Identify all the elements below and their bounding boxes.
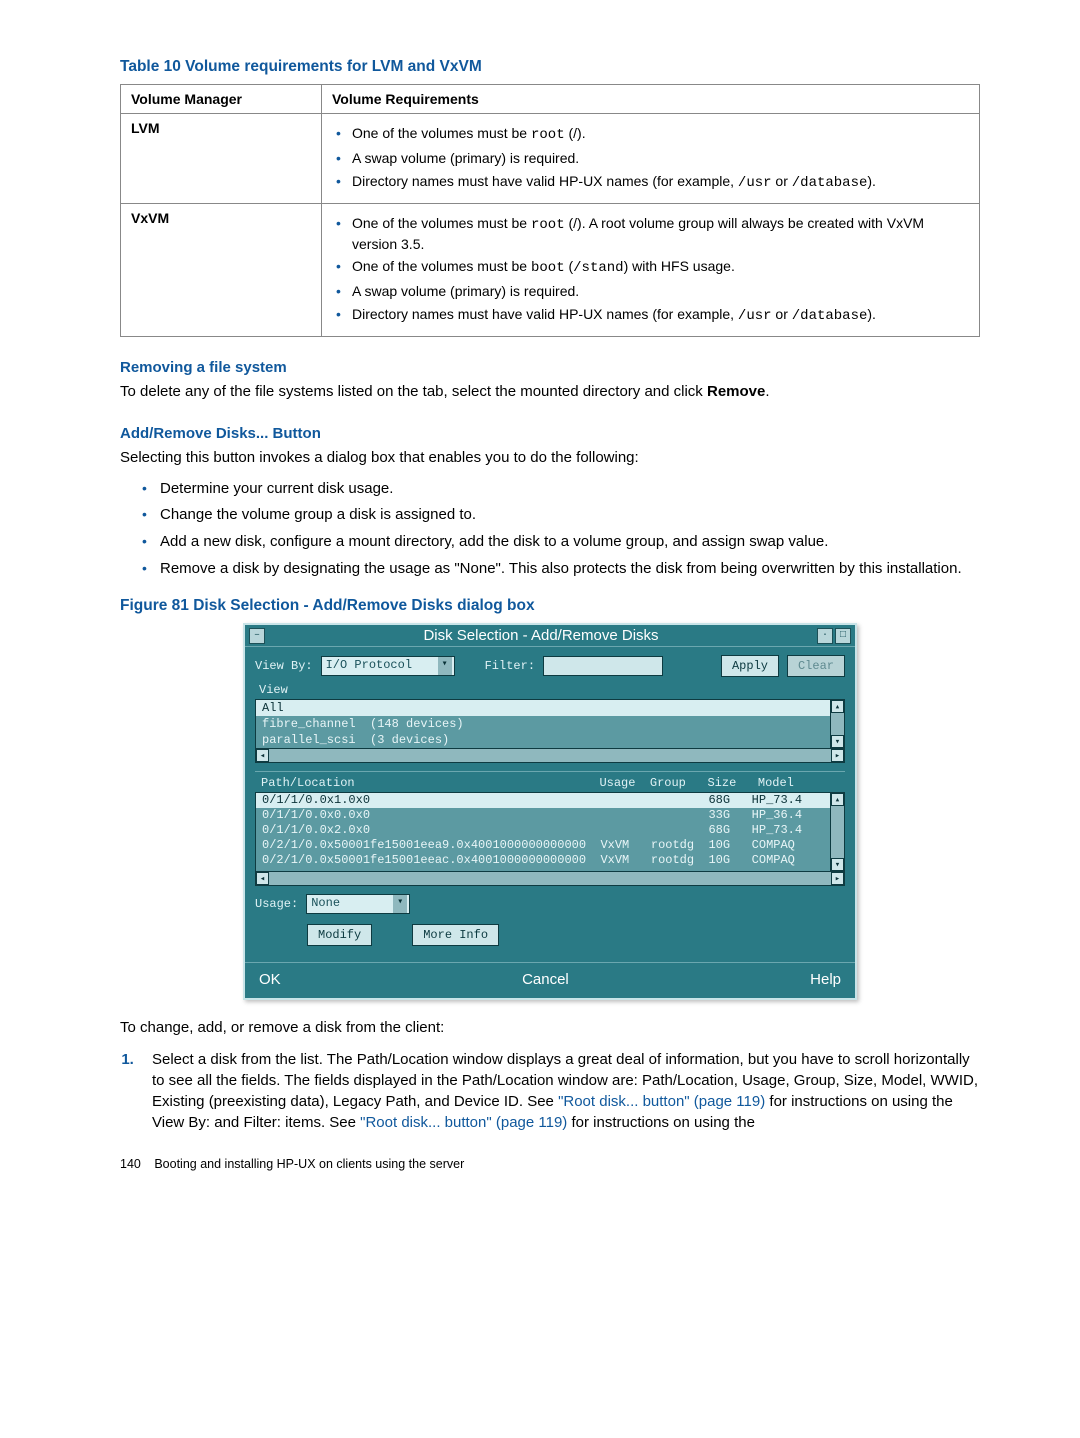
minimize-icon[interactable]: ·	[817, 628, 833, 644]
add-remove-bullets: Determine your current disk usage. Chang…	[142, 479, 980, 580]
th-volume-manager: Volume Manager	[121, 85, 322, 114]
scroll-left-icon[interactable]: ◂	[256, 749, 269, 762]
page-footer: 140 Booting and installing HP-UX on clie…	[120, 1157, 980, 1171]
disk-columns-header: Path/Location Usage Group Size Model	[255, 771, 845, 792]
protocol-scrollbar-h[interactable]: ◂ ▸	[255, 749, 845, 763]
cell-reqs-vxvm: One of the volumes must be root (/). A r…	[322, 203, 980, 336]
scroll-up-icon[interactable]: ▴	[831, 700, 844, 713]
footer-title: Booting and installing HP-UX on clients …	[154, 1157, 464, 1171]
cell-reqs-lvm: One of the volumes must be root (/). A s…	[322, 114, 980, 204]
step-1: Select a disk from the list. The Path/Lo…	[138, 1049, 980, 1133]
cancel-button[interactable]: Cancel	[518, 969, 573, 990]
protocol-item-scsi[interactable]: parallel_scsi (3 devices)	[256, 732, 844, 748]
lvm-req-2: A swap volume (primary) is required.	[350, 149, 969, 168]
disk-listbox[interactable]: 0/1/1/0.0x1.0x0 68G HP_73.4 0/1/1/0.0x0.…	[255, 792, 845, 872]
th-volume-requirements: Volume Requirements	[322, 85, 980, 114]
para-add-remove-intro: Selecting this button invokes a dialog b…	[120, 448, 980, 469]
cell-manager-vxvm: VxVM	[121, 203, 322, 336]
scroll-up-icon[interactable]: ▴	[831, 793, 844, 806]
protocol-item-all[interactable]: All	[256, 700, 844, 716]
heading-add-remove: Add/Remove Disks... Button	[120, 425, 980, 442]
dialog-titlebar: – Disk Selection - Add/Remove Disks · □	[245, 625, 855, 647]
disk-row-2[interactable]: 0/1/1/0.0x0.0x0 33G HP_36.4	[256, 808, 844, 823]
lvm-req-1: One of the volumes must be root (/).	[350, 124, 969, 145]
document-page: Table 10 Volume requirements for LVM and…	[0, 0, 1080, 1201]
disk-row-5[interactable]: 0/2/1/0.0x50001fe15001eeac.0x40010000000…	[256, 853, 844, 868]
disk-row-4[interactable]: 0/2/1/0.0x50001fe15001eea9.0x40010000000…	[256, 838, 844, 853]
clear-button[interactable]: Clear	[787, 655, 845, 677]
scroll-right-icon[interactable]: ▸	[831, 749, 844, 762]
cell-manager-lvm: LVM	[121, 114, 322, 204]
lvm-req-3: Directory names must have valid HP-UX na…	[350, 172, 969, 193]
heading-removing-fs: Removing a file system	[120, 359, 980, 376]
filter-input[interactable]	[543, 656, 663, 676]
view-by-label: View By:	[255, 659, 313, 673]
scroll-left-icon[interactable]: ◂	[256, 872, 269, 885]
vxvm-req-1: One of the volumes must be root (/). A r…	[350, 214, 969, 254]
apply-button[interactable]: Apply	[721, 655, 779, 677]
vxvm-req-4: Directory names must have valid HP-UX na…	[350, 305, 969, 326]
view-label: View	[259, 683, 845, 697]
dialog-title: Disk Selection - Add/Remove Disks	[423, 627, 658, 644]
disk-scrollbar-v[interactable]: ▴ ▾	[830, 793, 844, 871]
scroll-down-icon[interactable]: ▾	[831, 735, 844, 748]
disk-scrollbar-h[interactable]: ◂ ▸	[255, 872, 845, 886]
protocol-scrollbar-v[interactable]: ▴ ▾	[830, 700, 844, 748]
help-button[interactable]: Help	[806, 969, 845, 990]
disk-selection-dialog: – Disk Selection - Add/Remove Disks · □ …	[243, 623, 857, 1000]
protocol-listbox[interactable]: All fibre_channel (148 devices) parallel…	[255, 699, 845, 749]
para-change-disk: To change, add, or remove a disk from th…	[120, 1018, 980, 1039]
volume-requirements-table: Volume Manager Volume Requirements LVM O…	[120, 84, 980, 337]
more-info-button[interactable]: More Info	[412, 924, 499, 946]
xref-root-disk-1[interactable]: "Root disk... button" (page 119)	[558, 1093, 765, 1110]
bullet-3: Add a new disk, configure a mount direct…	[142, 532, 980, 553]
scroll-right-icon[interactable]: ▸	[831, 872, 844, 885]
page-number: 140	[120, 1157, 141, 1171]
protocol-item-fc[interactable]: fibre_channel (148 devices)	[256, 716, 844, 732]
window-menu-icon[interactable]: –	[249, 628, 265, 644]
modify-button[interactable]: Modify	[307, 924, 372, 946]
usage-label: Usage:	[255, 897, 298, 911]
steps-list: Select a disk from the list. The Path/Lo…	[138, 1049, 980, 1133]
bullet-4: Remove a disk by designating the usage a…	[142, 559, 980, 580]
usage-dropdown[interactable]: None	[306, 894, 410, 914]
disk-row-1[interactable]: 0/1/1/0.0x1.0x0 68G HP_73.4	[256, 793, 844, 808]
table-caption: Table 10 Volume requirements for LVM and…	[120, 58, 980, 76]
disk-row-3[interactable]: 0/1/1/0.0x2.0x0 68G HP_73.4	[256, 823, 844, 838]
filter-label: Filter:	[485, 659, 535, 673]
xref-root-disk-2[interactable]: "Root disk... button" (page 119)	[360, 1114, 567, 1131]
view-by-dropdown[interactable]: I/O Protocol	[321, 656, 455, 676]
bullet-1: Determine your current disk usage.	[142, 479, 980, 500]
maximize-icon[interactable]: □	[835, 628, 851, 644]
vxvm-req-3: A swap volume (primary) is required.	[350, 282, 969, 301]
bullet-2: Change the volume group a disk is assign…	[142, 505, 980, 526]
ok-button[interactable]: OK	[255, 969, 285, 990]
scroll-down-icon[interactable]: ▾	[831, 858, 844, 871]
vxvm-req-2: One of the volumes must be boot (/stand)…	[350, 257, 969, 278]
para-removing-fs: To delete any of the file systems listed…	[120, 382, 980, 403]
figure-caption: Figure 81 Disk Selection - Add/Remove Di…	[120, 597, 980, 615]
